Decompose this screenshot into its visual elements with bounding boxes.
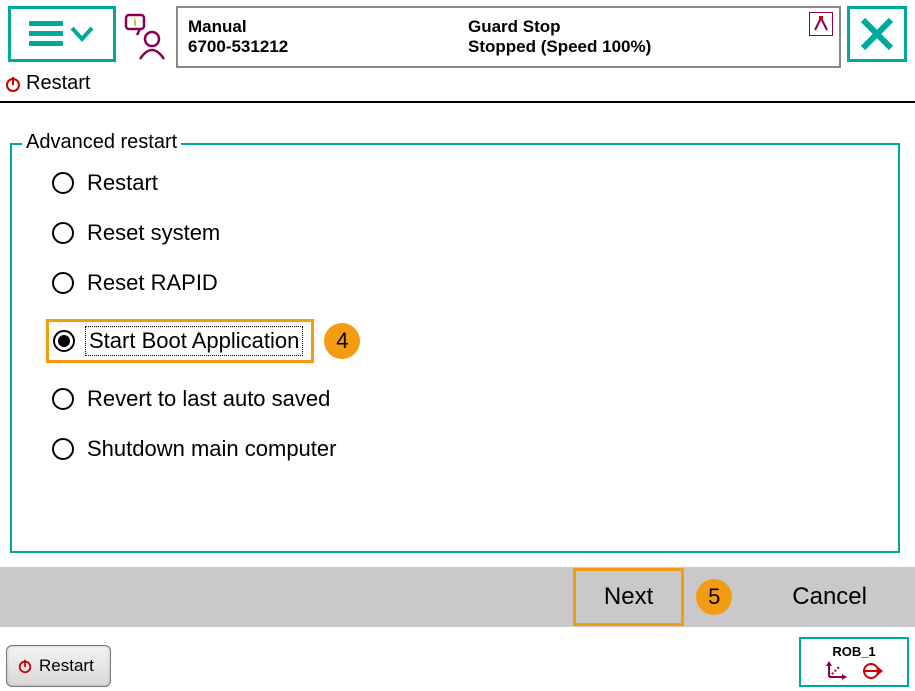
callout-badge-5: 5 bbox=[696, 579, 732, 615]
power-icon bbox=[17, 658, 33, 674]
radio-label: Restart bbox=[84, 169, 161, 197]
radio-reset-rapid[interactable]: Reset RAPID bbox=[52, 269, 878, 297]
radio-icon bbox=[52, 438, 74, 460]
radio-icon bbox=[52, 388, 74, 410]
hamburger-icon bbox=[29, 21, 63, 47]
taskbar-tab-label: Restart bbox=[39, 656, 94, 676]
next-button[interactable]: Next bbox=[576, 575, 681, 619]
radio-icon bbox=[52, 172, 74, 194]
radio-label: Start Boot Application bbox=[85, 326, 303, 356]
close-icon bbox=[859, 16, 895, 52]
radio-restart[interactable]: Restart bbox=[52, 169, 878, 197]
callout-badge-4: 4 bbox=[324, 323, 360, 359]
power-icon bbox=[4, 75, 22, 93]
controller-id: 6700-531212 bbox=[188, 37, 468, 57]
main-menu-button[interactable] bbox=[8, 6, 116, 62]
radio-icon bbox=[52, 272, 74, 294]
rotate-icon bbox=[859, 661, 883, 681]
button-bar: Next 5 Cancel bbox=[0, 567, 915, 627]
radio-reset-system[interactable]: Reset system bbox=[52, 219, 878, 247]
coordinate-system-button[interactable]: ROB_1 bbox=[799, 637, 909, 687]
radio-label: Reset system bbox=[84, 219, 223, 247]
operator-icon[interactable]: i bbox=[122, 6, 170, 68]
rob-label: ROB_1 bbox=[832, 644, 875, 659]
radio-icon bbox=[53, 330, 75, 352]
advanced-restart-group: Advanced restart Restart Reset system Re… bbox=[10, 143, 900, 553]
breadcrumb: Restart bbox=[0, 68, 915, 103]
chevron-down-icon bbox=[69, 21, 95, 47]
svg-text:i: i bbox=[133, 17, 136, 29]
axes-icon bbox=[825, 661, 849, 681]
callout-highlight-next: Next bbox=[573, 568, 684, 626]
radio-label: Shutdown main computer bbox=[84, 435, 339, 463]
taskbar-tab-restart[interactable]: Restart bbox=[6, 645, 111, 687]
radio-start-boot[interactable]: Start Boot Application bbox=[53, 326, 303, 356]
taskbar: Restart ROB_1 bbox=[0, 633, 915, 691]
radio-shutdown[interactable]: Shutdown main computer bbox=[52, 435, 878, 463]
page-title: Restart bbox=[26, 72, 90, 95]
status-text: Stopped (Speed 100%) bbox=[468, 37, 829, 57]
mechanical-unit-icon[interactable] bbox=[809, 12, 833, 36]
cancel-button[interactable]: Cancel bbox=[764, 575, 895, 619]
status-panel: Manual 6700-531212 Guard Stop Stopped (S… bbox=[176, 6, 841, 68]
state-label: Guard Stop bbox=[468, 17, 829, 37]
radio-label: Reset RAPID bbox=[84, 269, 221, 297]
group-legend: Advanced restart bbox=[22, 131, 181, 154]
radio-label: Revert to last auto saved bbox=[84, 385, 333, 413]
radio-icon bbox=[52, 222, 74, 244]
radio-revert[interactable]: Revert to last auto saved bbox=[52, 385, 878, 413]
callout-highlight-option: Start Boot Application bbox=[46, 319, 314, 363]
close-button[interactable] bbox=[847, 6, 907, 62]
mode-label: Manual bbox=[188, 17, 468, 37]
